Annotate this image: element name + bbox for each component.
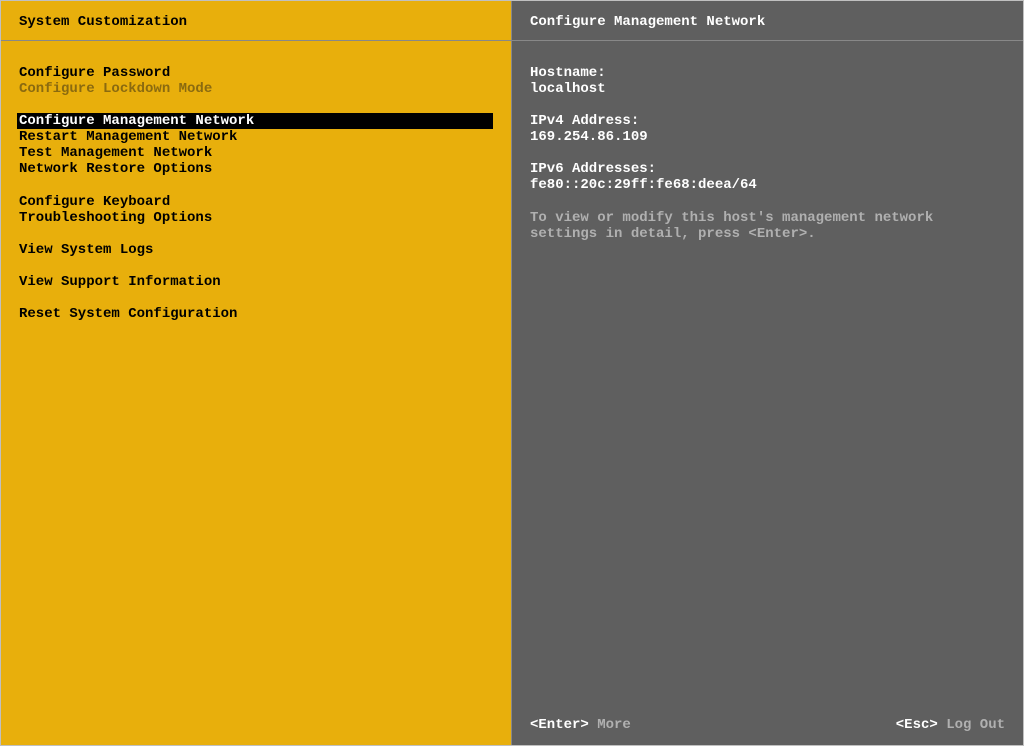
hostname-block: Hostname: localhost <box>530 65 1005 97</box>
menu-item-view-system-logs[interactable]: View System Logs <box>19 242 493 258</box>
menu-group: Configure Management NetworkRestart Mana… <box>19 113 493 177</box>
left-panel: System Customization Configure PasswordC… <box>1 1 512 745</box>
menu-group: Configure KeyboardTroubleshooting Option… <box>19 194 493 226</box>
ipv4-label: IPv4 Address: <box>530 113 1005 129</box>
ipv6-block: IPv6 Addresses: fe80::20c:29ff:fe68:deea… <box>530 161 1005 193</box>
menu-item-configure-lockdown-mode: Configure Lockdown Mode <box>19 81 493 97</box>
ipv4-block: IPv4 Address: 169.254.86.109 <box>530 113 1005 145</box>
hostname-value: localhost <box>530 81 1005 97</box>
footer: <Enter> More <Esc> Log Out <box>512 707 1023 745</box>
menu-group: Configure PasswordConfigure Lockdown Mod… <box>19 65 493 97</box>
menu-item-restart-management-network[interactable]: Restart Management Network <box>19 129 493 145</box>
ipv4-value: 169.254.86.109 <box>530 129 1005 145</box>
menu-item-configure-management-network[interactable]: Configure Management Network <box>17 113 493 129</box>
right-body: Hostname: localhost IPv4 Address: 169.25… <box>512 41 1023 745</box>
footer-enter[interactable]: <Enter> More <box>530 717 631 733</box>
menu-item-view-support-information[interactable]: View Support Information <box>19 274 493 290</box>
menu-body: Configure PasswordConfigure Lockdown Mod… <box>1 41 511 745</box>
right-panel-title: Configure Management Network <box>530 14 765 30</box>
menu-item-configure-password[interactable]: Configure Password <box>19 65 493 81</box>
esc-label: Log Out <box>946 717 1005 733</box>
ipv6-label: IPv6 Addresses: <box>530 161 1005 177</box>
menu-item-test-management-network[interactable]: Test Management Network <box>19 145 493 161</box>
esc-key: <Esc> <box>896 717 938 733</box>
help-text: To view or modify this host's management… <box>530 210 1005 242</box>
dcui-screen: System Customization Configure PasswordC… <box>0 0 1024 746</box>
ipv6-value: fe80::20c:29ff:fe68:deea/64 <box>530 177 1005 193</box>
menu-group: Reset System Configuration <box>19 306 493 322</box>
menu-group: View Support Information <box>19 274 493 290</box>
right-panel-header: Configure Management Network <box>512 1 1023 41</box>
menu-item-troubleshooting-options[interactable]: Troubleshooting Options <box>19 210 493 226</box>
menu-group: View System Logs <box>19 242 493 258</box>
enter-label: More <box>597 717 631 733</box>
enter-key: <Enter> <box>530 717 589 733</box>
menu-item-network-restore-options[interactable]: Network Restore Options <box>19 161 493 177</box>
hostname-label: Hostname: <box>530 65 1005 81</box>
menu-item-configure-keyboard[interactable]: Configure Keyboard <box>19 194 493 210</box>
menu-item-reset-system-configuration[interactable]: Reset System Configuration <box>19 306 493 322</box>
footer-esc[interactable]: <Esc> Log Out <box>896 717 1005 733</box>
left-panel-title: System Customization <box>19 14 187 30</box>
left-panel-header: System Customization <box>1 1 511 41</box>
right-panel: Configure Management Network Hostname: l… <box>512 1 1023 745</box>
